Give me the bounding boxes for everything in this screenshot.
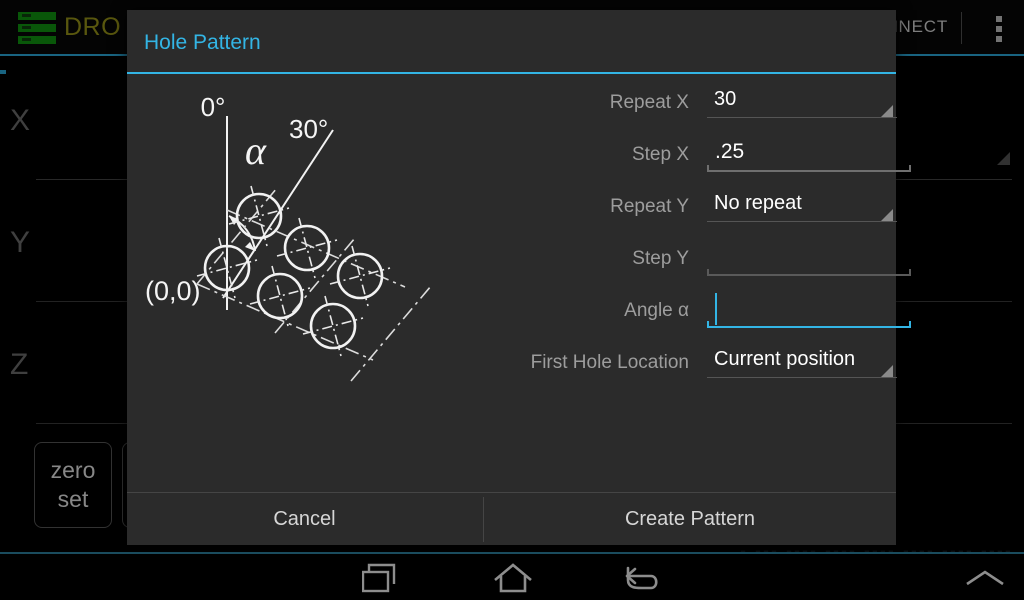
diagram-label-origin: (0,0) bbox=[145, 276, 201, 306]
field-row-repeat-x: Repeat X 30 bbox=[387, 82, 897, 134]
step-y-underline bbox=[707, 274, 911, 276]
repeat-y-value: No repeat bbox=[714, 192, 802, 214]
step-y-input[interactable] bbox=[707, 238, 911, 282]
dialog-title: Hole Pattern bbox=[144, 31, 261, 54]
label-repeat-x: Repeat X bbox=[609, 92, 689, 113]
diagram-label-thirty-deg: 30° bbox=[289, 114, 328, 144]
diagram-label-zero-deg: 0° bbox=[201, 92, 226, 122]
first-hole-location-underline bbox=[707, 377, 897, 378]
step-y-tick-right bbox=[909, 269, 911, 276]
hole-pattern-dialog: Hole Pattern 0° 30° α (0,0) Repeat X 30 … bbox=[127, 10, 911, 545]
label-step-x: Step X bbox=[631, 144, 689, 165]
field-row-first-hole-location: First Hole Location Current position bbox=[387, 342, 897, 394]
android-navigation-bar bbox=[0, 552, 1024, 600]
diagram-label-alpha: α bbox=[245, 128, 267, 173]
label-step-y: Step Y bbox=[632, 248, 689, 269]
field-row-repeat-y: Repeat Y No repeat bbox=[387, 186, 897, 238]
angle-alpha-input[interactable] bbox=[707, 290, 911, 334]
create-pattern-button[interactable]: Create Pattern bbox=[484, 493, 896, 545]
angle-alpha-tick-right bbox=[909, 321, 911, 328]
first-hole-location-spinner[interactable]: Current position bbox=[707, 342, 911, 386]
dialog-button-bar: Cancel Create Pattern bbox=[127, 492, 896, 545]
step-x-input[interactable]: .25 bbox=[707, 134, 911, 178]
field-row-step-x: Step X .25 bbox=[387, 134, 911, 186]
angle-alpha-underline bbox=[707, 326, 911, 328]
home-icon[interactable] bbox=[492, 562, 534, 599]
label-repeat-y: Repeat Y bbox=[610, 196, 689, 217]
label-angle-alpha: Angle α bbox=[624, 300, 689, 321]
chevron-down-icon[interactable] bbox=[881, 209, 893, 221]
repeat-x-value: 30 bbox=[714, 88, 737, 110]
dialog-title-bar: Hole Pattern bbox=[127, 10, 896, 74]
chevron-up-icon[interactable] bbox=[964, 568, 1006, 595]
angle-alpha-caret bbox=[715, 293, 717, 325]
hole-pattern-form: Repeat X 30 Step X .25 Repeat Y No repea… bbox=[387, 82, 911, 394]
field-row-angle-alpha: Angle α bbox=[387, 290, 911, 342]
repeat-x-spinner[interactable]: 30 bbox=[707, 82, 911, 126]
label-first-hole-location: First Hole Location bbox=[530, 352, 689, 373]
repeat-y-spinner[interactable]: No repeat bbox=[707, 186, 911, 230]
first-hole-location-value: Current position bbox=[714, 348, 856, 370]
recents-icon[interactable] bbox=[361, 562, 400, 599]
step-x-tick-right bbox=[909, 165, 911, 172]
chevron-down-icon[interactable] bbox=[881, 365, 893, 377]
cancel-button[interactable]: Cancel bbox=[127, 493, 482, 545]
dialog-body: 0° 30° α (0,0) Repeat X 30 Step X .25 Re… bbox=[127, 76, 911, 492]
step-x-value: .25 bbox=[715, 140, 745, 163]
back-icon[interactable] bbox=[622, 562, 660, 599]
field-row-step-y: Step Y bbox=[387, 238, 911, 290]
repeat-y-underline bbox=[707, 221, 897, 222]
chevron-down-icon[interactable] bbox=[881, 105, 893, 117]
step-x-underline bbox=[707, 170, 911, 172]
repeat-x-underline bbox=[707, 117, 897, 118]
